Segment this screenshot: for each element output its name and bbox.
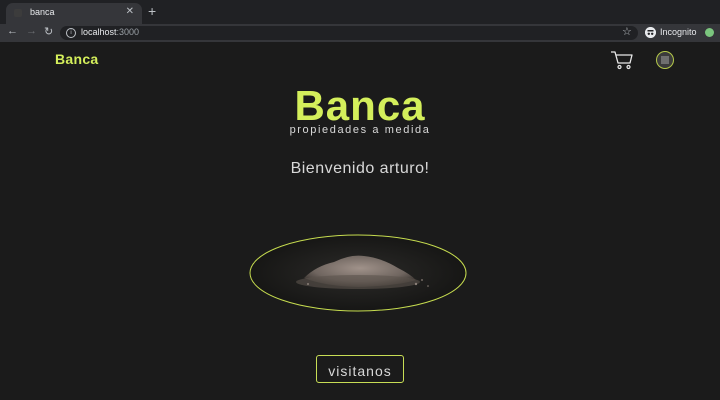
extension-icon[interactable] bbox=[705, 28, 714, 37]
browser-tab-bar: banca ✕ + bbox=[0, 0, 720, 24]
favicon-icon bbox=[14, 9, 22, 17]
new-tab-icon[interactable]: + bbox=[148, 3, 156, 19]
hero-image bbox=[249, 234, 467, 312]
incognito-label: Incognito bbox=[660, 27, 697, 37]
user-avatar[interactable] bbox=[656, 51, 674, 69]
url-text: localhost:3000 bbox=[81, 27, 139, 37]
cart-icon[interactable] bbox=[610, 50, 634, 70]
reload-icon[interactable]: ↻ bbox=[44, 25, 53, 38]
incognito-icon bbox=[645, 27, 656, 38]
nav-logo[interactable]: Banca bbox=[55, 51, 99, 67]
forward-icon[interactable]: → bbox=[26, 25, 37, 37]
back-icon[interactable]: ← bbox=[7, 25, 18, 37]
url-port: :3000 bbox=[116, 27, 140, 37]
tagline: propiedades a medida bbox=[289, 124, 431, 136]
tab-title: banca bbox=[30, 7, 55, 17]
hero-logo: Banca bbox=[294, 82, 426, 129]
close-tab-icon[interactable]: ✕ bbox=[126, 6, 134, 17]
visit-button[interactable]: visitanos bbox=[316, 355, 404, 383]
browser-tab[interactable]: banca ✕ bbox=[6, 3, 142, 24]
bookmark-star-icon[interactable]: ☆ bbox=[622, 25, 632, 38]
address-bar[interactable]: i localhost:3000 bbox=[60, 26, 638, 40]
site-info-icon[interactable]: i bbox=[66, 28, 76, 38]
welcome-message: Bienvenido arturo! bbox=[290, 160, 430, 177]
url-host: localhost bbox=[81, 27, 117, 37]
browser-toolbar: ← → ↻ i localhost:3000 ☆ Incognito bbox=[0, 24, 720, 42]
page-content: Banca Banca propiedades a medida Bienven… bbox=[0, 42, 720, 400]
avatar-image bbox=[661, 56, 669, 64]
